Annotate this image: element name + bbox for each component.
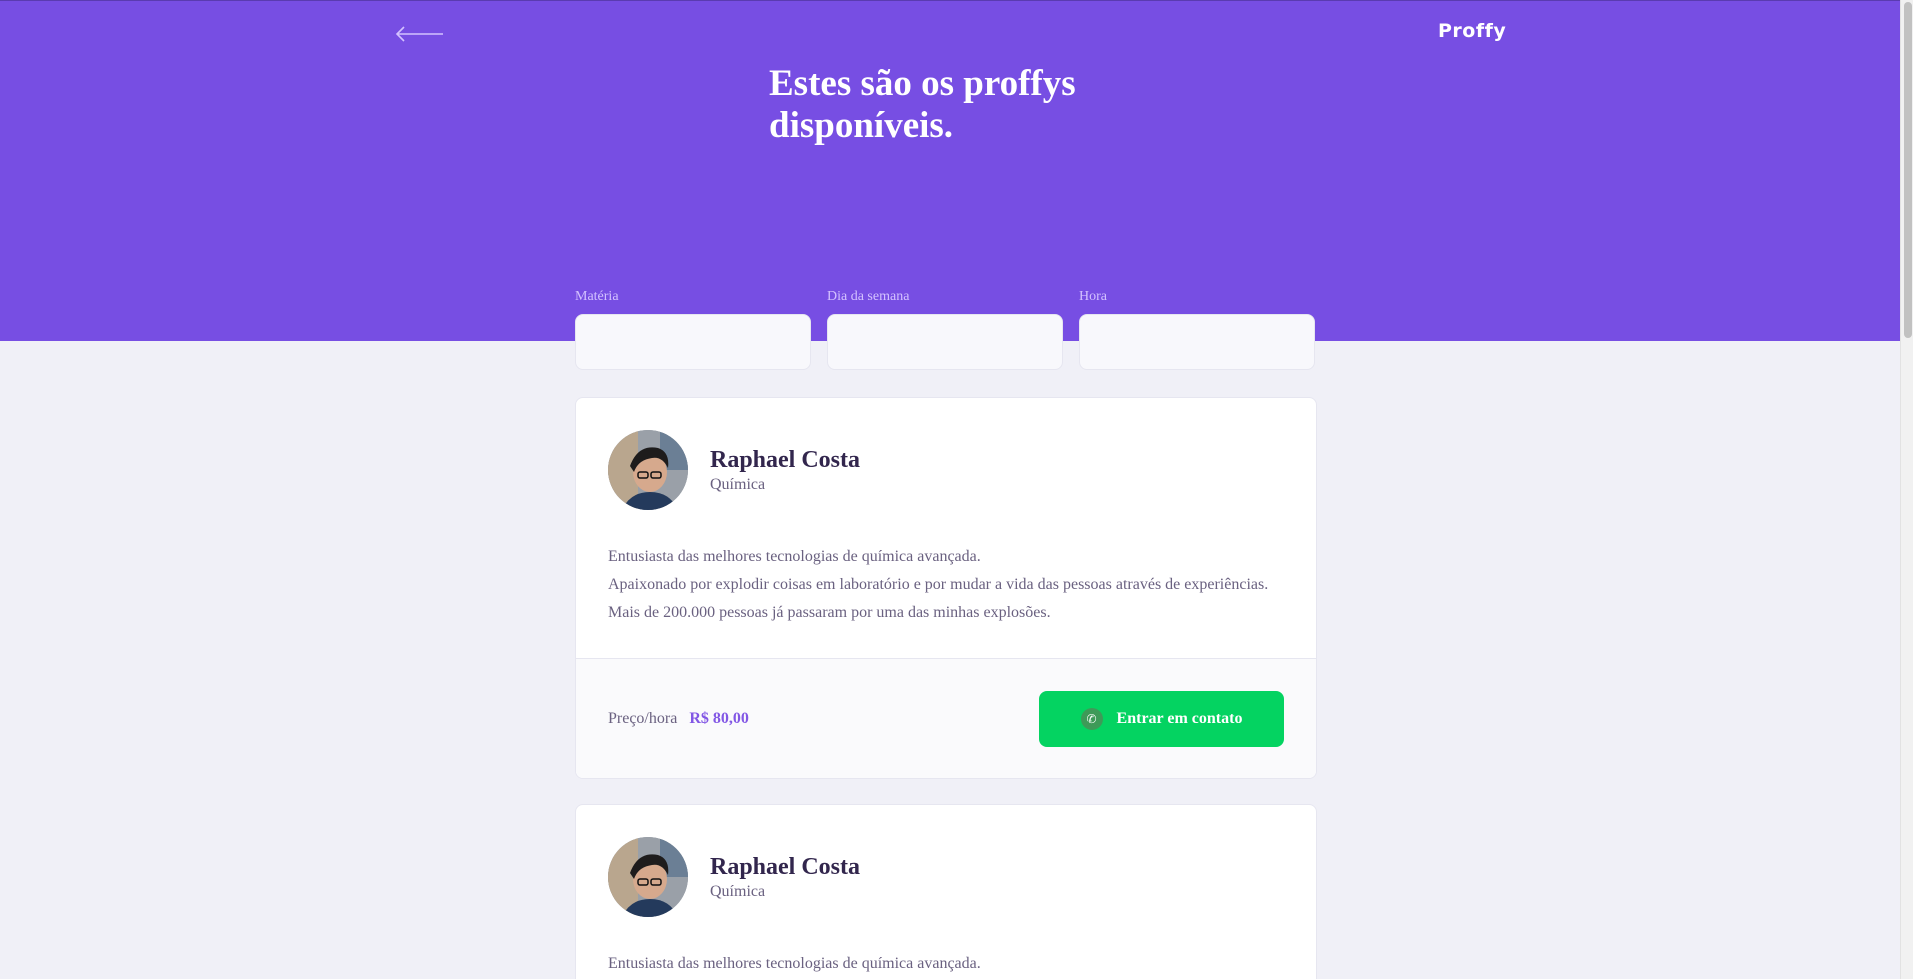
teacher-name: Raphael Costa: [710, 447, 861, 473]
teacher-card-header: Raphael Costa Química: [576, 398, 1316, 528]
scrollbar[interactable]: [1900, 0, 1913, 979]
scrollbar-thumb[interactable]: [1904, 2, 1912, 338]
bio-line: Apaixonado por explodir coisas em labora…: [608, 576, 1269, 593]
teacher-bio: Entusiasta das melhores tecnologias de q…: [608, 543, 1288, 627]
contact-button-label: Entrar em contato: [1116, 710, 1243, 727]
subject-label: Matéria: [575, 289, 619, 304]
time-filter: Hora: [1079, 288, 1315, 370]
time-label: Hora: [1079, 289, 1107, 304]
teacher-card-footer: Preço/hora R$ 80,00 ✆ Entrar em contato: [576, 658, 1316, 778]
arrow-left-icon: [395, 26, 443, 42]
teacher-card: Raphael Costa Química Entusiasta das mel…: [575, 804, 1317, 979]
teacher-card: Raphael Costa Química Entusiasta das mel…: [575, 397, 1317, 779]
teacher-subject: Química: [710, 476, 766, 493]
price-label: Preço/hora: [608, 710, 678, 727]
contact-button[interactable]: ✆ Entrar em contato: [1039, 691, 1284, 747]
bio-line: Entusiasta das melhores tecnologias de q…: [608, 548, 981, 565]
teacher-card-header: Raphael Costa Química: [576, 805, 1316, 935]
teacher-subject: Química: [710, 883, 766, 900]
page-title: Estes são os proffys disponíveis.: [769, 63, 1076, 146]
whatsapp-icon: ✆: [1080, 708, 1103, 730]
page-header: Proffy Estes são os proffys disponíveis.…: [0, 0, 1900, 370]
avatar: [608, 837, 688, 917]
weekday-label: Dia da semana: [827, 289, 910, 304]
subject-input[interactable]: [575, 314, 811, 370]
weekday-input[interactable]: [827, 314, 1063, 370]
price: Preço/hora R$ 80,00: [608, 709, 749, 729]
price-value: R$ 80,00: [689, 710, 749, 727]
subject-filter: Matéria: [575, 288, 811, 370]
proffy-logo: Proffy: [1438, 20, 1507, 42]
page: Proffy Estes são os proffys disponíveis.…: [0, 0, 1900, 979]
teacher-name: Raphael Costa: [710, 854, 861, 880]
teacher-bio: Entusiasta das melhores tecnologias de q…: [608, 950, 1288, 978]
back-link[interactable]: [393, 23, 447, 45]
weekday-filter: Dia da semana: [827, 288, 1063, 370]
avatar: [608, 430, 688, 510]
time-input[interactable]: [1079, 314, 1315, 370]
search-filters: Matéria Dia da semana Hora: [575, 288, 1317, 370]
bio-line: Entusiasta das melhores tecnologias de q…: [608, 955, 981, 972]
bio-line: Mais de 200.000 pessoas já passaram por …: [608, 604, 1051, 621]
